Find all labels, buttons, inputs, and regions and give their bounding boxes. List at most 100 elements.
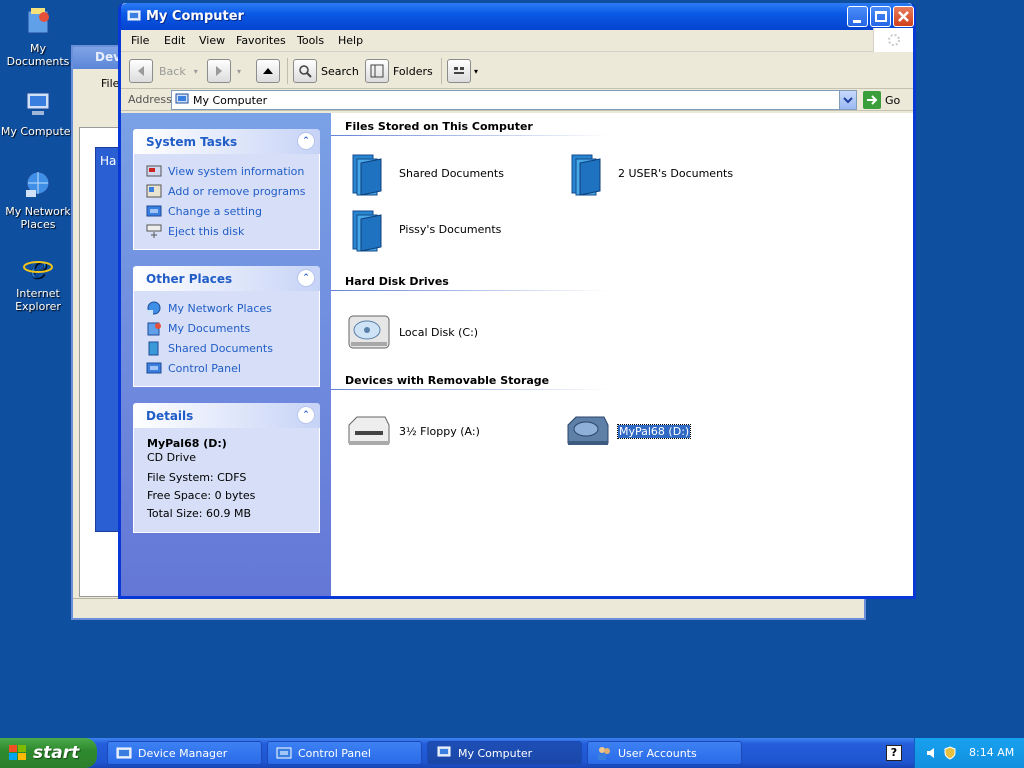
system-info-icon <box>146 165 162 177</box>
my-computer-small-icon <box>127 10 141 21</box>
my-computer-window[interactable]: My Computer File Edit View Favorites Too… <box>118 3 916 599</box>
back-button[interactable]: Back ▾ <box>129 58 198 84</box>
details-body: MyPal68 (D:) CD Drive File System: CDFS … <box>133 428 320 533</box>
place-my-network-places[interactable]: My Network Places <box>134 298 319 318</box>
desktop-icon-internet-explorer[interactable]: e Internet Explorer <box>0 250 76 314</box>
desktop-icon-label: Internet Explorer <box>15 287 61 313</box>
place-shared-documents[interactable]: Shared Documents <box>134 338 319 358</box>
start-button[interactable]: start <box>0 738 97 768</box>
help-button[interactable]: ? <box>886 745 902 761</box>
background-inner-label: Ha <box>100 154 117 168</box>
up-arrow-icon <box>256 59 280 83</box>
back-dropdown-icon: ▾ <box>193 66 198 76</box>
desktop-icon-my-computer[interactable]: My Computer <box>0 88 76 138</box>
group-divider <box>331 135 609 136</box>
details-header[interactable]: Details ⌃ <box>133 403 320 428</box>
go-button[interactable]: Go <box>863 91 900 109</box>
forward-arrow-icon <box>207 59 231 83</box>
group-divider <box>331 290 609 291</box>
collapse-icon[interactable]: ⌃ <box>297 406 315 424</box>
desktop-icon-my-network-places[interactable]: My Network Places <box>0 168 76 231</box>
system-tasks-header[interactable]: System Tasks ⌃ <box>133 129 320 154</box>
my-documents-icon <box>27 8 49 34</box>
task-label: Eject this disk <box>168 224 245 238</box>
background-menu-file[interactable]: File <box>101 77 119 90</box>
taskbar-my-computer[interactable]: My Computer <box>427 741 582 765</box>
menu-bar: File Edit View Favorites Tools Help <box>121 28 913 52</box>
menu-edit[interactable]: Edit <box>164 34 185 47</box>
item-pissy-documents[interactable]: Pissy's Documents <box>345 205 501 253</box>
taskbar-app-label: Device Manager <box>138 746 228 760</box>
go-label: Go <box>885 93 901 107</box>
close-button[interactable] <box>893 6 914 27</box>
volume-icon[interactable] <box>925 746 939 760</box>
address-field[interactable]: My Computer <box>171 90 857 110</box>
item-user-documents[interactable]: 2 USER's Documents <box>564 149 733 197</box>
search-button[interactable]: Search <box>293 58 359 84</box>
forward-button[interactable]: ▾ <box>207 58 241 84</box>
other-places-header[interactable]: Other Places ⌃ <box>133 266 320 291</box>
taskbar-device-manager[interactable]: Device Manager <box>107 741 262 765</box>
folders-button[interactable]: Folders <box>365 58 433 84</box>
task-view-system-information[interactable]: View system information <box>134 161 319 181</box>
up-folder-button[interactable] <box>256 58 280 84</box>
menu-help[interactable]: Help <box>338 34 363 47</box>
window-title: My Computer <box>146 9 244 24</box>
user-accounts-icon <box>598 747 610 760</box>
item-local-disk-c[interactable]: Local Disk (C:) <box>345 308 478 356</box>
menu-file[interactable]: File <box>131 34 149 47</box>
taskbar-control-panel[interactable]: Control Panel <box>267 741 422 765</box>
collapse-icon[interactable]: ⌃ <box>297 132 315 150</box>
place-label: My Documents <box>168 321 251 335</box>
views-icon <box>447 59 471 83</box>
task-add-remove-programs[interactable]: Add or remove programs <box>134 181 319 201</box>
task-label: Add or remove programs <box>168 184 306 198</box>
collapse-icon[interactable]: ⌃ <box>297 269 315 287</box>
security-shield-icon[interactable] <box>943 746 957 760</box>
group-header-removable: Devices with Removable Storage <box>345 374 550 387</box>
taskbar-user-accounts[interactable]: User Accounts <box>587 741 742 765</box>
svg-text:e: e <box>29 250 47 282</box>
eject-icon <box>146 224 162 238</box>
forward-dropdown-icon: ▾ <box>237 66 242 76</box>
details-type: CD Drive <box>147 451 196 464</box>
views-button[interactable]: ▾ <box>447 58 478 84</box>
task-label: Change a setting <box>168 204 262 218</box>
place-my-documents[interactable]: My Documents <box>134 318 319 338</box>
help-icon: ? <box>890 746 898 759</box>
item-shared-documents[interactable]: Shared Documents <box>345 149 504 197</box>
details-free-space: Free Space: 0 bytes <box>147 489 256 502</box>
add-remove-programs-icon <box>146 184 162 198</box>
place-control-panel[interactable]: Control Panel <box>134 358 319 378</box>
item-label: 2 USER's Documents <box>618 166 734 180</box>
maximize-button[interactable] <box>870 6 891 27</box>
start-label: start <box>33 743 80 763</box>
item-mypal68-d[interactable]: MyPal68 (D:) <box>564 407 692 455</box>
details-title: Details <box>146 409 194 423</box>
menu-tools[interactable]: Tools <box>297 34 324 47</box>
item-floppy-a[interactable]: 3½ Floppy (A:) <box>345 407 480 455</box>
back-label: Back <box>159 64 186 78</box>
task-eject-disk[interactable]: Eject this disk <box>134 221 319 241</box>
group-header-hard-disks: Hard Disk Drives <box>345 275 449 288</box>
title-bar[interactable]: My Computer <box>121 3 914 30</box>
minimize-button[interactable] <box>847 6 868 27</box>
address-dropdown-button[interactable] <box>839 91 856 109</box>
windows-logo-throbber <box>873 28 913 52</box>
details-panel: Details ⌃ MyPal68 (D:) CD Drive File Sys… <box>133 403 320 533</box>
menu-favorites[interactable]: Favorites <box>236 34 286 47</box>
place-label: Shared Documents <box>168 341 273 355</box>
desktop-icon-label: My Computer <box>0 125 76 138</box>
task-pane: System Tasks ⌃ View system information A… <box>121 113 331 596</box>
toolbar-separator <box>441 58 442 84</box>
my-documents-icon <box>147 322 161 336</box>
desktop-icon-label: My Network Places <box>5 205 71 231</box>
taskbar-app-label: Control Panel <box>298 746 371 760</box>
place-label: Control Panel <box>168 361 241 375</box>
address-bar: Address My Computer Go <box>121 89 913 111</box>
address-label: Address <box>128 93 172 106</box>
item-label: 3½ Floppy (A:) <box>399 424 480 438</box>
desktop-icon-my-documents[interactable]: My Documents <box>0 5 76 68</box>
task-change-setting[interactable]: Change a setting <box>134 201 319 221</box>
menu-view[interactable]: View <box>199 34 225 47</box>
